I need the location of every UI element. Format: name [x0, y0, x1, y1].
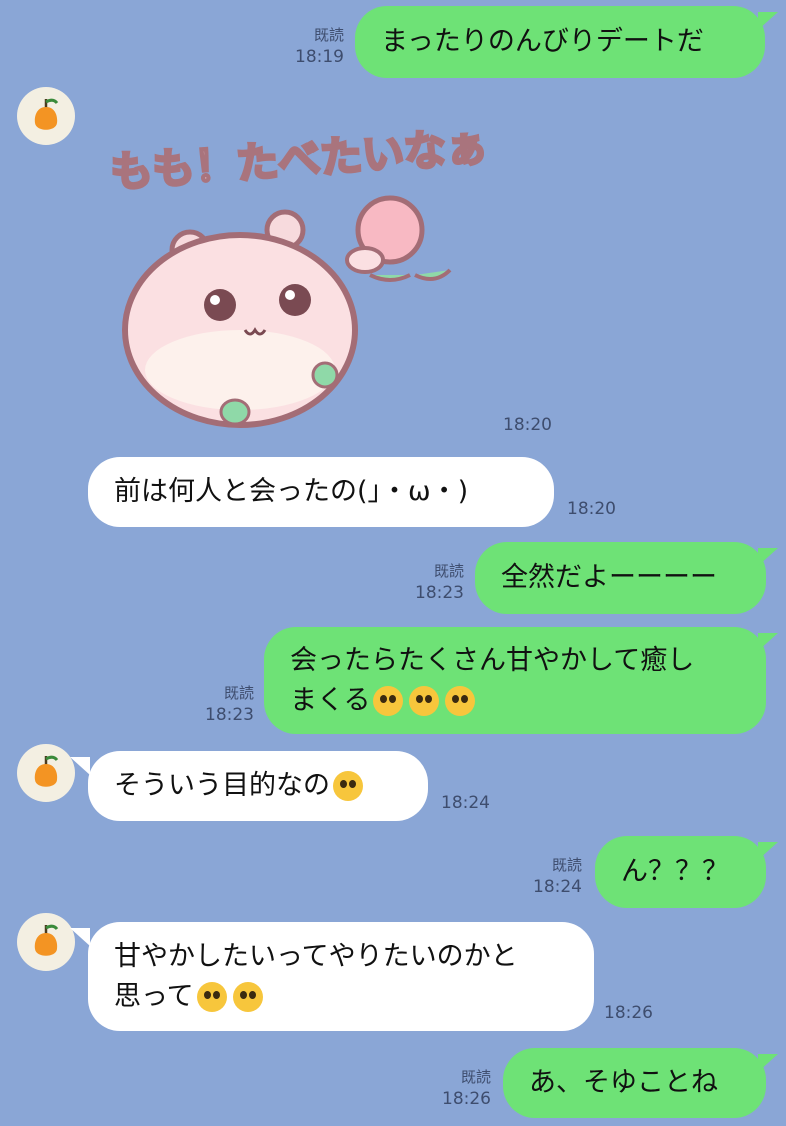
read-receipt: 既読 — [433, 562, 464, 580]
message-text: 全然だよーーーー — [501, 562, 717, 593]
message-meta: 既読 18:24 — [533, 854, 582, 898]
pleading-face-emoji-icon — [373, 686, 404, 716]
message-text: あ、そゆことね — [529, 1067, 718, 1098]
pleading-face-emoji-icon — [445, 686, 476, 716]
sent-message-bubble[interactable]: 会ったらたくさん甘やかして癒し まくる — [264, 627, 766, 734]
message-text: 前は何人と会ったの(」・ω・) — [114, 476, 469, 507]
read-receipt: 既読 — [223, 684, 254, 702]
timestamp: 18:23 — [205, 705, 254, 725]
timestamp: 18:26 — [442, 1089, 491, 1109]
sticker-caption: もも！たべたいなぁ — [107, 120, 491, 198]
timestamp: 18:24 — [533, 877, 582, 897]
message-text-line-2: まくる — [290, 684, 371, 716]
timestamp: 18:24 — [441, 793, 490, 813]
message-text-line-1: 甘やかしたいってやりたいのかと — [114, 940, 518, 972]
bubble-tail — [758, 842, 778, 860]
orange-fruit-icon — [34, 924, 59, 956]
bubble-tail — [758, 633, 778, 651]
message-meta: 既読 18:23 — [415, 560, 464, 604]
timestamp: 18:20 — [567, 499, 616, 519]
bubble-tail — [758, 1054, 778, 1072]
bubble-tail — [70, 757, 90, 775]
received-message-bubble[interactable]: そういう目的なの — [88, 751, 428, 821]
contact-avatar[interactable] — [17, 87, 75, 145]
sent-message-bubble[interactable]: まったりのんびりデートだ — [355, 6, 765, 78]
bubble-tail — [70, 928, 90, 946]
orange-fruit-icon — [34, 755, 59, 787]
tears-of-joy-emoji-icon — [333, 771, 363, 801]
timestamp: 18:19 — [295, 47, 344, 67]
read-receipt: 既読 — [551, 856, 582, 874]
message-meta: 既読 18:23 — [205, 682, 254, 726]
message-text-line-2: 思って — [114, 980, 194, 1012]
bubble-tail — [758, 12, 778, 30]
read-receipt: 既読 — [460, 1068, 491, 1086]
sent-message-bubble[interactable]: ん？？？ — [595, 836, 766, 908]
peach-creature-sticker-icon — [122, 195, 452, 428]
message-meta: 既読 18:26 — [442, 1066, 491, 1110]
received-message-bubble[interactable]: 前は何人と会ったの(」・ω・) — [88, 457, 554, 527]
message-text-line-1: 会ったらたくさん甘やかして癒し — [290, 644, 695, 676]
tears-of-joy-emoji-icon — [196, 982, 227, 1012]
pleading-face-emoji-icon — [409, 686, 440, 716]
message-meta: 既読 18:19 — [295, 24, 344, 68]
timestamp: 18:23 — [415, 583, 464, 603]
message-text: そういう目的なの — [114, 770, 330, 801]
timestamp: 18:26 — [604, 1003, 653, 1023]
sent-message-bubble[interactable]: あ、そゆことね — [503, 1048, 766, 1118]
message-text: まったりのんびりデートだ — [381, 26, 704, 57]
orange-fruit-icon — [34, 98, 59, 130]
contact-avatar[interactable] — [17, 744, 75, 802]
sent-message-bubble[interactable]: 全然だよーーーー — [475, 542, 766, 614]
contact-avatar[interactable] — [17, 913, 75, 971]
received-message-bubble[interactable]: 甘やかしたいってやりたいのかと 思って — [88, 922, 594, 1031]
message-text: ん？？？ — [621, 856, 729, 887]
timestamp: 18:20 — [503, 415, 552, 435]
tears-of-joy-emoji-icon — [232, 982, 263, 1012]
bubble-tail — [758, 548, 778, 566]
read-receipt: 既読 — [313, 26, 344, 44]
sticker-message[interactable]: もも！たべたいなぁ — [100, 110, 491, 430]
